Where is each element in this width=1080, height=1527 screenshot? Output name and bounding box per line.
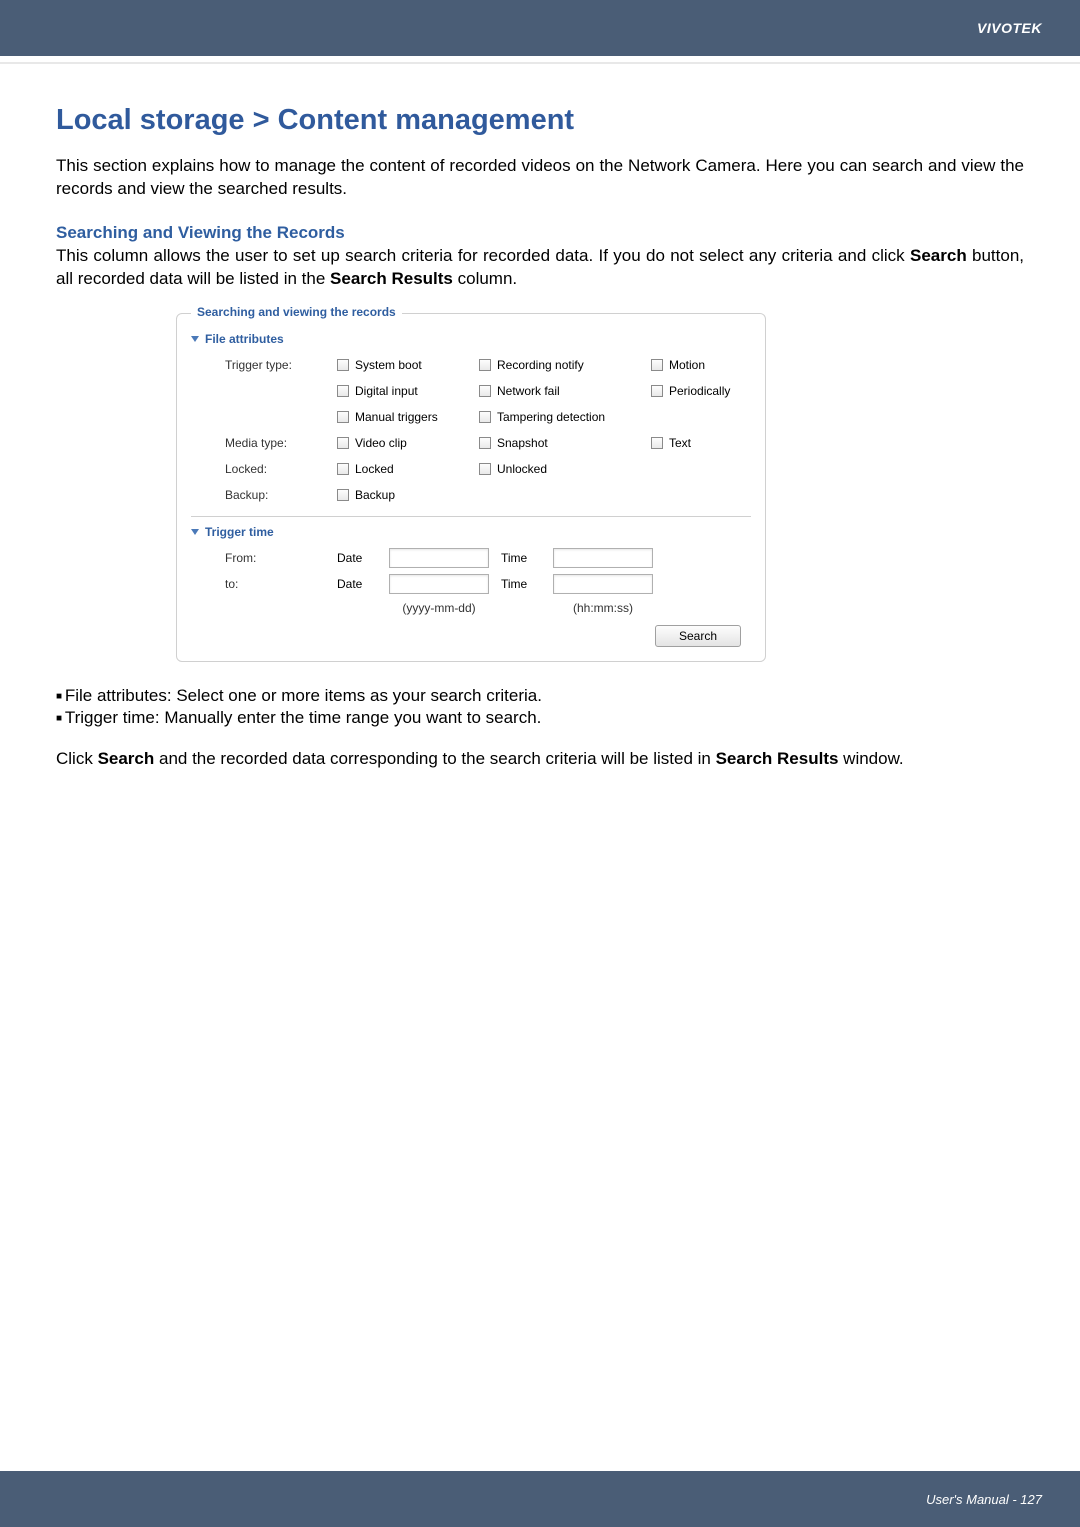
desc-bold-search: Search [910, 246, 967, 265]
checkbox-video-clip[interactable] [337, 437, 349, 449]
to-date-label: Date [337, 577, 377, 591]
checkbox-locked[interactable] [337, 463, 349, 475]
closing-paragraph: Click Search and the recorded data corre… [56, 748, 1024, 771]
closing-bold-search: Search [98, 749, 155, 768]
search-records-panel: Searching and viewing the records File a… [176, 313, 766, 662]
trigger-time-label: Trigger time [205, 525, 274, 539]
checkbox-tampering[interactable] [479, 411, 491, 423]
search-records-desc: This column allows the user to set up se… [56, 245, 1024, 291]
to-row: to: Date Time [191, 571, 751, 597]
label-periodically: Periodically [669, 384, 730, 398]
trigger-time-header[interactable]: Trigger time [191, 525, 751, 539]
from-date-label: Date [337, 551, 377, 565]
bullet-trigger-time: Trigger time: Manually enter the time ra… [56, 708, 1024, 728]
closing-bold-results: Search Results [716, 749, 839, 768]
file-attributes-label: File attributes [205, 332, 284, 346]
checkbox-backup[interactable] [337, 489, 349, 501]
intro-paragraph: This section explains how to manage the … [56, 155, 1024, 201]
closing-mid: and the recorded data corresponding to t… [154, 749, 715, 768]
footer-page-label: User's Manual - 127 [926, 1492, 1042, 1507]
to-label: to: [225, 577, 325, 591]
to-time-label: Time [501, 577, 541, 591]
checkbox-snapshot[interactable] [479, 437, 491, 449]
media-type-label: Media type: [225, 436, 325, 450]
label-network-fail: Network fail [497, 384, 560, 398]
checkbox-unlocked[interactable] [479, 463, 491, 475]
date-format-hint: (yyyy-mm-dd) [389, 601, 489, 615]
footer-bar: User's Manual - 127 [0, 1471, 1080, 1527]
desc-pre: This column allows the user to set up se… [56, 246, 910, 265]
trigger-type-label: Trigger type: [225, 358, 325, 372]
to-time-input[interactable] [553, 574, 653, 594]
format-hints-row: (yyyy-mm-dd) (hh:mm:ss) [191, 597, 751, 619]
search-button[interactable]: Search [655, 625, 741, 647]
desc-post: column. [453, 269, 517, 288]
checkbox-motion[interactable] [651, 359, 663, 371]
trigger-type-row-1: Trigger type: System boot Recording noti… [191, 352, 751, 378]
label-backup: Backup [355, 488, 395, 502]
bullet-file-attributes: File attributes: Select one or more item… [56, 686, 1024, 706]
from-row: From: Date Time [191, 545, 751, 571]
checkbox-digital-input[interactable] [337, 385, 349, 397]
chevron-down-icon [191, 529, 199, 535]
trigger-type-row-2: Digital input Network fail Periodically [191, 378, 751, 404]
label-locked: Locked [355, 462, 394, 476]
checkbox-manual-triggers[interactable] [337, 411, 349, 423]
backup-label: Backup: [225, 488, 325, 502]
checkbox-periodically[interactable] [651, 385, 663, 397]
checkbox-text[interactable] [651, 437, 663, 449]
backup-row: Backup: Backup [191, 482, 751, 508]
label-unlocked: Unlocked [497, 462, 547, 476]
media-type-row: Media type: Video clip Snapshot Text [191, 430, 751, 456]
checkbox-network-fail[interactable] [479, 385, 491, 397]
label-motion: Motion [669, 358, 705, 372]
from-label: From: [225, 551, 325, 565]
page-content: Local storage > Content management This … [0, 64, 1080, 771]
from-time-input[interactable] [553, 548, 653, 568]
header-bar: VIVOTEK [0, 0, 1080, 56]
time-format-hint: (hh:mm:ss) [553, 601, 653, 615]
page-title: Local storage > Content management [56, 104, 1024, 137]
file-attributes-header[interactable]: File attributes [191, 332, 751, 346]
label-manual-triggers: Manual triggers [355, 410, 438, 424]
trigger-type-row-3: Manual triggers Tampering detection [191, 404, 751, 430]
from-time-label: Time [501, 551, 541, 565]
closing-post: window. [838, 749, 903, 768]
chevron-down-icon [191, 336, 199, 342]
bullet-list: File attributes: Select one or more item… [56, 686, 1024, 728]
desc-bold-results: Search Results [330, 269, 453, 288]
search-button-row: Search [191, 625, 751, 647]
label-tampering: Tampering detection [497, 410, 605, 424]
label-system-boot: System boot [355, 358, 422, 372]
checkbox-recording-notify[interactable] [479, 359, 491, 371]
label-snapshot: Snapshot [497, 436, 548, 450]
to-date-input[interactable] [389, 574, 489, 594]
from-date-input[interactable] [389, 548, 489, 568]
label-digital-input: Digital input [355, 384, 418, 398]
search-records-heading: Searching and Viewing the Records [56, 223, 1024, 243]
checkbox-system-boot[interactable] [337, 359, 349, 371]
panel-legend: Searching and viewing the records [191, 305, 402, 319]
label-video-clip: Video clip [355, 436, 407, 450]
brand-label: VIVOTEK [977, 20, 1042, 36]
closing-pre: Click [56, 749, 98, 768]
label-recording-notify: Recording notify [497, 358, 584, 372]
label-text: Text [669, 436, 691, 450]
locked-row: Locked: Locked Unlocked [191, 456, 751, 482]
divider [191, 516, 751, 517]
locked-label: Locked: [225, 462, 325, 476]
